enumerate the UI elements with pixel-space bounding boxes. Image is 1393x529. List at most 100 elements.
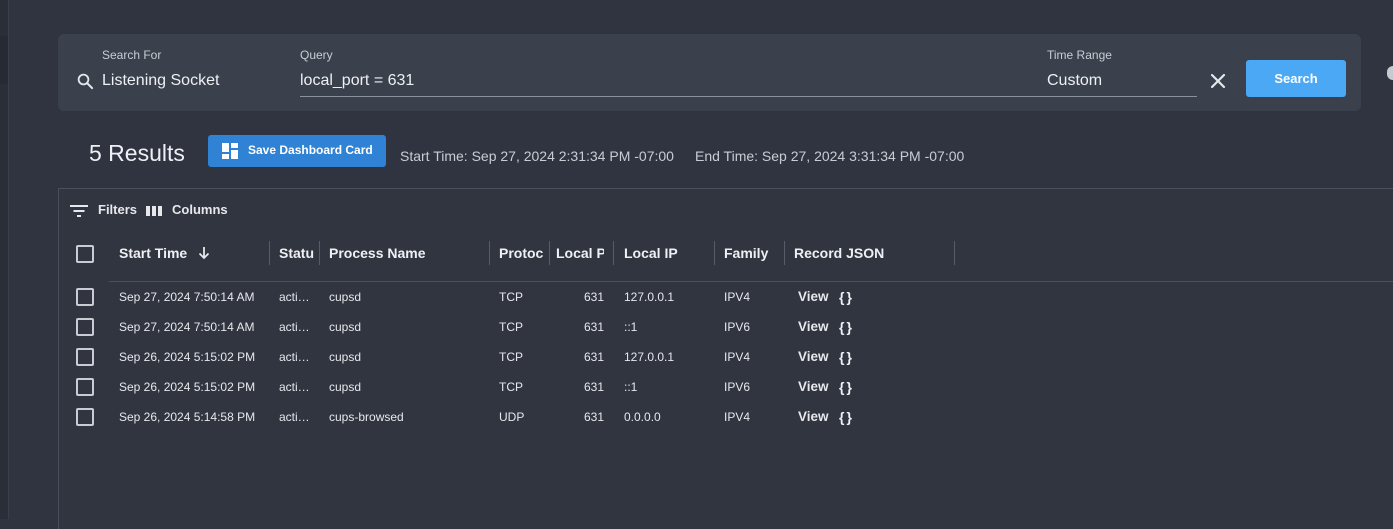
row-checkbox[interactable] [76,378,94,396]
cell-start-time: Sep 27, 2024 7:50:14 AM [119,320,255,334]
select-all-checkbox[interactable] [76,245,94,263]
cell-family: IPV6 [724,320,751,334]
column-separator[interactable] [489,241,490,265]
search-for-value[interactable]: Listening Socket [102,71,282,91]
cell-local-ip: 127.0.0.1 [624,290,675,304]
sort-descending-icon[interactable] [197,246,211,260]
cell-protocol: TCP [499,350,523,364]
filter-icon [70,205,88,217]
cell-start-time: Sep 26, 2024 5:15:02 PM [119,380,256,394]
close-icon[interactable] [1208,71,1228,91]
cell-family: IPV6 [724,380,751,394]
json-braces-icon[interactable]: {} [839,342,854,372]
cell-process-name: cupsd [329,320,362,334]
save-dashboard-card-label: Save Dashboard Card [248,143,373,157]
row-checkbox[interactable] [76,318,94,336]
column-header-record-json[interactable]: Record JSON [794,237,944,269]
view-record-link[interactable]: View [798,372,834,402]
cell-status: acti… [279,410,310,424]
cell-local-port: 631 [583,410,604,424]
column-separator[interactable] [784,241,785,265]
side-handle[interactable] [1387,66,1393,80]
save-dashboard-card-button[interactable]: Save Dashboard Card [208,135,386,167]
table-row[interactable]: Sep 26, 2024 5:14:58 PM acti… cups-brows… [59,402,959,432]
cell-local-ip: ::1 [624,380,638,394]
cell-protocol: TCP [499,320,523,334]
column-separator[interactable] [319,241,320,265]
search-icon [77,73,94,90]
cell-local-port: 631 [583,320,604,334]
column-header-status[interactable]: Status [279,237,314,269]
cell-local-ip: ::1 [624,320,638,334]
json-braces-icon[interactable]: {} [839,282,854,312]
column-separator[interactable] [613,241,614,265]
view-record-link[interactable]: View [798,402,834,432]
column-separator[interactable] [714,241,715,265]
cell-protocol: UDP [499,410,525,424]
view-record-link[interactable]: View [798,342,834,372]
column-header-start-time[interactable]: Start Time [119,237,204,269]
cell-local-ip: 0.0.0.0 [624,410,661,424]
cell-local-port: 631 [583,350,604,364]
search-for-label: Search For [102,48,162,62]
cell-family: IPV4 [724,350,751,364]
results-count: 5 Results [89,140,185,166]
table-row[interactable]: Sep 27, 2024 7:50:14 AM acti… cupsd TCP … [59,312,959,342]
column-header-local-ip[interactable]: Local IP [624,237,704,269]
search-for-field[interactable]: Search For Listening Socket [102,48,282,91]
cell-start-time: Sep 27, 2024 7:50:14 AM [119,290,255,304]
json-braces-icon[interactable]: {} [839,312,854,342]
cell-process-name: cupsd [329,350,362,364]
column-header-family[interactable]: Family [724,237,784,269]
column-header-local-port[interactable]: Local Port [556,237,604,269]
cell-status: acti… [279,350,310,364]
cell-process-name: cupsd [329,290,362,304]
dashboard-icon [222,143,238,159]
column-separator[interactable] [954,241,955,265]
time-range-field[interactable]: Time Range Custom [1047,48,1197,91]
columns-label: Columns [172,202,228,217]
view-record-link[interactable]: View [798,282,834,312]
columns-icon [146,206,162,216]
filters-label: Filters [98,202,138,217]
table-header: Start Time Status Process Name Protocol … [59,237,959,281]
row-checkbox[interactable] [76,408,94,426]
filters-button[interactable]: Filters [69,201,144,221]
column-separator[interactable] [549,241,550,265]
cell-process-name: cups-browsed [329,410,404,424]
column-separator[interactable] [269,241,270,265]
table-row[interactable]: Sep 26, 2024 5:15:02 PM acti… cupsd TCP … [59,342,959,372]
cell-start-time: Sep 26, 2024 5:14:58 PM [119,410,256,424]
cell-protocol: TCP [499,290,523,304]
end-time-text: End Time: Sep 27, 2024 3:31:34 PM -07:00 [695,148,965,164]
time-range-value[interactable]: Custom [1047,71,1197,91]
table-row[interactable]: Sep 26, 2024 5:15:02 PM acti… cupsd TCP … [59,372,959,402]
cell-status: acti… [279,380,310,394]
row-checkbox[interactable] [76,288,94,306]
table-row[interactable]: Sep 27, 2024 7:50:14 AM acti… cupsd TCP … [59,282,959,312]
view-record-link[interactable]: View [798,312,834,342]
cell-status: acti… [279,290,310,304]
cell-protocol: TCP [499,380,523,394]
time-range-label: Time Range [1047,48,1112,62]
cell-local-port: 631 [583,290,604,304]
left-edge-mark [0,36,8,84]
results-table-panel: Filters Columns Start Time Status Proces… [58,188,1393,529]
cell-status: acti… [279,320,310,334]
row-checkbox[interactable] [76,348,94,366]
cell-family: IPV4 [724,410,751,424]
columns-button[interactable]: Columns [146,201,236,221]
cell-local-ip: 127.0.0.1 [624,350,675,364]
search-panel: Search For Listening Socket Query local_… [58,34,1361,111]
json-braces-icon[interactable]: {} [839,402,854,432]
cell-start-time: Sep 26, 2024 5:15:02 PM [119,350,256,364]
start-time-text: Start Time: Sep 27, 2024 2:31:34 PM -07:… [400,148,674,164]
cell-family: IPV4 [724,290,751,304]
column-header-protocol[interactable]: Protocol [499,237,543,269]
json-braces-icon[interactable]: {} [839,372,854,402]
column-header-process-name[interactable]: Process Name [329,237,479,269]
cell-process-name: cupsd [329,380,362,394]
cell-local-port: 631 [583,380,604,394]
search-button[interactable]: Search [1246,60,1346,97]
left-edge-strip [0,0,9,519]
